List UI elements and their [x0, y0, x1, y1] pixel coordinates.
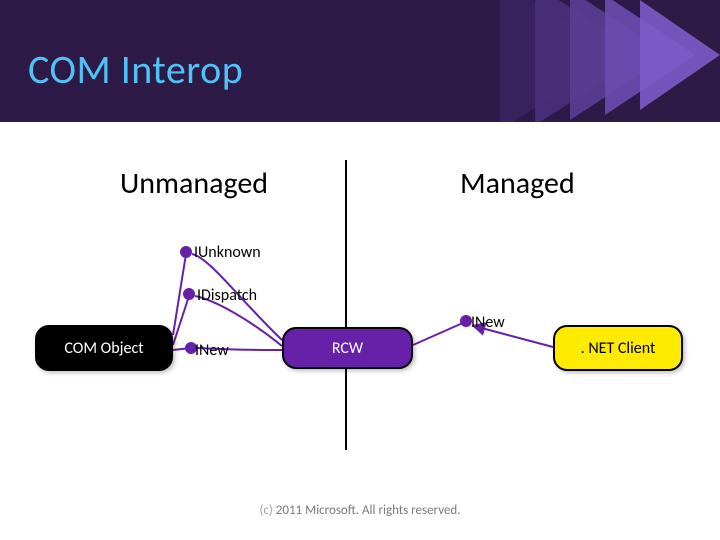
label-idispatch: IDispatch — [197, 286, 257, 305]
header-band: COM Interop — [0, 0, 720, 122]
heading-managed: Managed — [460, 165, 575, 202]
footer: (c) 2011 Microsoft. All rights reserved. — [0, 503, 720, 518]
net-client-label: . NET Client — [581, 339, 656, 358]
slide: COM Interop Unmanaged Managed — [0, 0, 720, 540]
rcw-label: RCW — [332, 339, 363, 358]
footer-copyright: (c) — [259, 503, 272, 518]
label-inew-left: INew — [195, 341, 229, 360]
label-inew-right: INew — [471, 313, 505, 332]
boundary-divider — [345, 160, 347, 450]
label-iunknown: IUnknown — [194, 243, 261, 262]
header-triangles-icon — [490, 0, 720, 122]
net-client-box: . NET Client — [553, 325, 683, 371]
footer-text: 2011 Microsoft. All rights reserved. — [273, 503, 461, 518]
com-object-box: COM Object — [35, 325, 173, 371]
page-title: COM Interop — [28, 45, 243, 94]
rcw-box: RCW — [282, 327, 413, 369]
com-object-label: COM Object — [64, 339, 143, 358]
heading-unmanaged: Unmanaged — [120, 165, 268, 202]
